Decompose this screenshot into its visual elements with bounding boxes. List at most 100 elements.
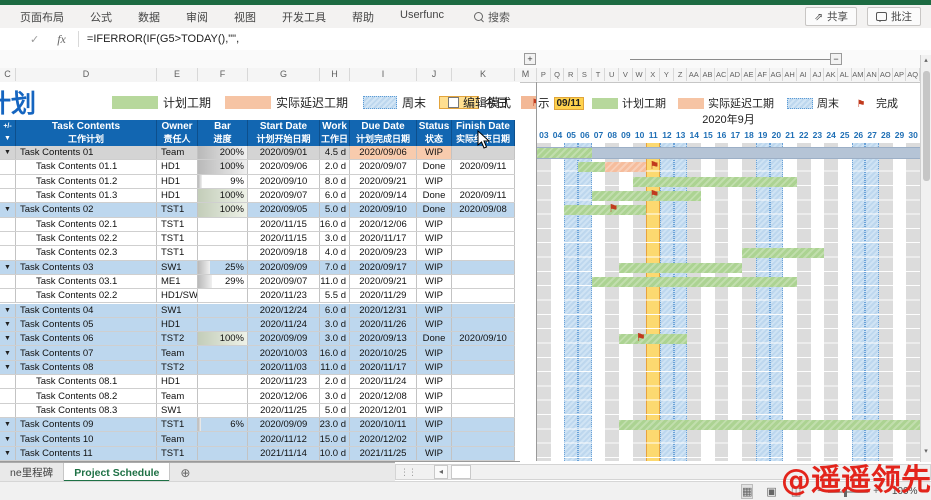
column-letter[interactable]: J (417, 68, 452, 81)
task-row[interactable]: Task Contents 01.2HD19%2020/09/108.0 d20… (0, 175, 515, 189)
task-name-cell[interactable]: Task Contents 02.1 (16, 218, 157, 231)
table-header-cell[interactable]: Bar进度 (198, 120, 248, 146)
progress-bar-cell[interactable]: 100% (198, 203, 248, 216)
share-button[interactable]: ⇗ 共享 (805, 7, 857, 26)
row-expander[interactable]: ▼ (0, 447, 16, 460)
task-name-cell[interactable]: Task Contents 11 (16, 447, 157, 460)
work-days-cell[interactable]: 6.0 d (320, 304, 350, 317)
ribbon-tab[interactable]: 数据 (138, 9, 160, 25)
finish-date-cell[interactable] (452, 375, 515, 388)
ribbon-tab[interactable]: 帮助 (352, 9, 374, 25)
finish-date-cell[interactable] (452, 232, 515, 245)
progress-bar-cell[interactable] (198, 447, 248, 460)
column-letter[interactable]: U (605, 68, 619, 81)
task-name-cell[interactable]: Task Contents 10 (16, 432, 157, 445)
work-days-cell[interactable]: 16.0 d (320, 346, 350, 359)
owner-cell[interactable]: TST2 (157, 361, 198, 374)
status-cell[interactable]: WIP (417, 361, 452, 374)
task-name-cell[interactable]: Task Contents 01.2 (16, 175, 157, 188)
task-row[interactable]: Task Contents 02.2TST12020/11/153.0 d202… (0, 232, 515, 246)
task-row[interactable]: ▼Task Contents 02TST1100%2020/09/055.0 d… (0, 203, 515, 217)
start-date-cell[interactable]: 2020/11/15 (248, 232, 320, 245)
column-letter[interactable]: H (320, 68, 350, 81)
table-header-cell[interactable]: Task Contents工作计划 (16, 120, 157, 146)
start-date-cell[interactable]: 2020/11/23 (248, 289, 320, 302)
progress-bar-cell[interactable] (198, 289, 248, 302)
task-name-cell[interactable]: Task Contents 08.2 (16, 389, 157, 402)
task-name-cell[interactable]: Task Contents 08 (16, 361, 157, 374)
due-date-cell[interactable]: 2020/09/23 (350, 246, 417, 259)
table-header-cell[interactable]: Status状态 (417, 120, 452, 146)
status-cell[interactable]: WIP (417, 404, 452, 417)
task-name-cell[interactable]: Task Contents 05 (16, 318, 157, 331)
column-letter[interactable]: E (157, 68, 198, 81)
collapse-group-button[interactable]: − (830, 53, 842, 65)
table-header-cell[interactable]: Owner责任人 (157, 120, 198, 146)
work-days-cell[interactable]: 5.0 d (320, 203, 350, 216)
due-date-cell[interactable]: 2020/10/25 (350, 346, 417, 359)
start-date-cell[interactable]: 2021/11/14 (248, 447, 320, 460)
due-date-cell[interactable]: 2020/12/02 (350, 432, 417, 445)
owner-cell[interactable]: HD1 (157, 318, 198, 331)
sheet-tab-project-schedule[interactable]: Project Schedule (64, 463, 170, 482)
due-date-cell[interactable]: 2020/10/11 (350, 418, 417, 431)
due-date-cell[interactable]: 2020/09/21 (350, 275, 417, 288)
column-letter[interactable]: I (350, 68, 417, 81)
column-letter[interactable]: P (537, 68, 551, 81)
due-date-cell[interactable]: 2020/11/29 (350, 289, 417, 302)
status-cell[interactable]: WIP (417, 246, 452, 259)
start-date-cell[interactable]: 2020/09/07 (248, 189, 320, 202)
task-row[interactable]: ▼Task Contents 01Team200%2020/09/014.5 d… (0, 146, 515, 160)
work-days-cell[interactable]: 16.0 d (320, 218, 350, 231)
progress-bar-cell[interactable] (198, 246, 248, 259)
column-letter[interactable]: AO (879, 68, 893, 81)
status-cell[interactable]: WIP (417, 261, 452, 274)
task-row[interactable]: Task Contents 01.1HD1100%2020/09/062.0 d… (0, 160, 515, 174)
status-cell[interactable]: WIP (417, 375, 452, 388)
finish-date-cell[interactable] (452, 318, 515, 331)
column-letter[interactable]: T (592, 68, 606, 81)
start-date-cell[interactable]: 2020/12/24 (248, 304, 320, 317)
start-date-cell[interactable]: 2020/11/12 (248, 432, 320, 445)
column-letter[interactable]: AL (838, 68, 852, 81)
column-letter[interactable]: AF (756, 68, 770, 81)
column-letter[interactable]: AK (824, 68, 838, 81)
finish-date-cell[interactable]: 2020/09/11 (452, 160, 515, 173)
task-row[interactable]: Task Contents 01.3HD1100%2020/09/076.0 d… (0, 189, 515, 203)
status-cell[interactable]: Done (417, 203, 452, 216)
status-cell[interactable]: WIP (417, 146, 452, 159)
owner-cell[interactable]: HD1 (157, 175, 198, 188)
row-expander[interactable]: ▼ (0, 432, 16, 445)
task-row[interactable]: ▼Task Contents 07Team2020/10/0316.0 d202… (0, 346, 515, 360)
progress-bar-cell[interactable]: 9% (198, 175, 248, 188)
search-box[interactable]: 搜索 (474, 9, 510, 25)
owner-cell[interactable]: TST1 (157, 218, 198, 231)
task-name-cell[interactable]: Task Contents 08.3 (16, 404, 157, 417)
column-letter[interactable]: D (16, 68, 157, 81)
start-date-cell[interactable]: 2020/09/09 (248, 261, 320, 274)
column-letter[interactable]: AN (865, 68, 879, 81)
owner-cell[interactable]: Team (157, 346, 198, 359)
start-date-cell[interactable]: 2020/09/01 (248, 146, 320, 159)
task-name-cell[interactable]: Task Contents 01.1 (16, 160, 157, 173)
task-name-cell[interactable]: Task Contents 09 (16, 418, 157, 431)
row-expander[interactable]: ▼ (0, 261, 16, 274)
ribbon-tab[interactable]: 审阅 (186, 9, 208, 25)
progress-bar-cell[interactable]: 100% (198, 160, 248, 173)
progress-bar-cell[interactable] (198, 232, 248, 245)
status-cell[interactable]: WIP (417, 418, 452, 431)
progress-bar-cell[interactable] (198, 389, 248, 402)
work-days-cell[interactable]: 6.0 d (320, 189, 350, 202)
due-date-cell[interactable]: 2020/09/13 (350, 332, 417, 345)
work-days-cell[interactable]: 4.5 d (320, 146, 350, 159)
column-letter[interactable]: AP (893, 68, 907, 81)
due-date-cell[interactable]: 2020/12/06 (350, 218, 417, 231)
task-name-cell[interactable]: Task Contents 02.3 (16, 246, 157, 259)
task-row[interactable]: Task Contents 02.2HD1/SW12020/11/235.5 d… (0, 289, 515, 303)
finish-date-cell[interactable] (452, 346, 515, 359)
finish-date-cell[interactable] (452, 175, 515, 188)
row-expander[interactable]: ▼ (0, 318, 16, 331)
task-row[interactable]: ▼Task Contents 04SW12020/12/246.0 d2020/… (0, 304, 515, 318)
task-name-cell[interactable]: Task Contents 02.2 (16, 289, 157, 302)
finish-date-cell[interactable] (452, 275, 515, 288)
